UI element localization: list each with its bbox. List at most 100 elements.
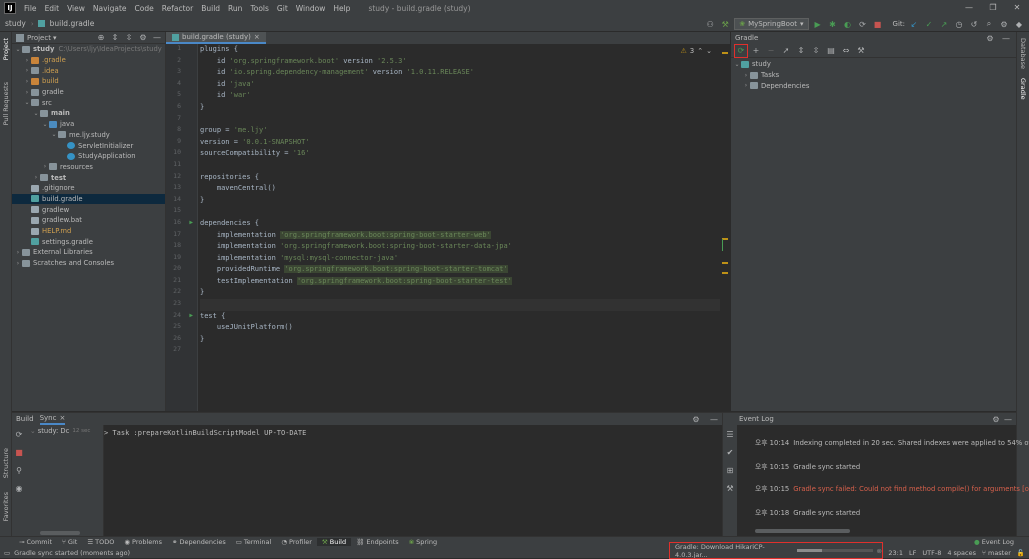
- chevron-down-icon[interactable]: ▾: [53, 34, 57, 42]
- status-icon[interactable]: ▭: [0, 549, 10, 557]
- menu-build[interactable]: Build: [197, 4, 224, 13]
- close-tab-icon[interactable]: ×: [59, 414, 65, 422]
- close-tab-icon[interactable]: ×: [254, 33, 260, 41]
- gradle-tree-item[interactable]: ⌄ study: [731, 59, 1016, 70]
- line-number[interactable]: 3: [166, 67, 197, 79]
- project-tree-item[interactable]: › gradle: [12, 87, 165, 98]
- gradle-tree-item[interactable]: › Dependencies: [731, 80, 1016, 91]
- code-line[interactable]: [200, 160, 720, 172]
- code-line[interactable]: [200, 345, 720, 357]
- intellij-logo-icon[interactable]: IJ: [4, 2, 16, 14]
- status-message[interactable]: Gradle sync started (moments ago): [14, 549, 130, 557]
- code-line[interactable]: implementation 'org.springframework.boot…: [200, 230, 720, 242]
- code-line[interactable]: repositories {: [200, 172, 720, 184]
- wrench-icon[interactable]: ⚒: [855, 45, 867, 57]
- background-task-indicator[interactable]: Gradle: Download HikariCP-4.0.3.jar... ⊗: [669, 542, 883, 559]
- chevron-down-icon[interactable]: ⌄: [50, 131, 58, 138]
- editor-tab[interactable]: build.gradle (study) ×: [166, 32, 266, 44]
- line-number[interactable]: 24 ▶: [166, 311, 197, 323]
- collapse-all-icon[interactable]: ⇳: [123, 32, 135, 44]
- warning-marker[interactable]: [722, 262, 728, 264]
- tool-window-profiler[interactable]: ◔ Profiler: [276, 538, 317, 546]
- code-line[interactable]: sourceCompatibility = '16': [200, 148, 720, 160]
- run-gutter-icon[interactable]: ▶: [189, 219, 193, 226]
- code-line[interactable]: implementation 'mysql:mysql-connector-ja…: [200, 253, 720, 265]
- line-number[interactable]: 22: [166, 287, 197, 299]
- run-config-selector[interactable]: ❀ MySpringBoot ▾: [734, 18, 809, 30]
- profile-icon[interactable]: ⟳: [857, 18, 869, 30]
- chevron-down-icon[interactable]: ⌄: [706, 47, 712, 55]
- user-icon[interactable]: ⚇: [704, 18, 716, 30]
- tool-window-spring[interactable]: ❀ Spring: [404, 538, 442, 546]
- run-gutter-icon[interactable]: ▶: [189, 312, 193, 319]
- code-line[interactable]: }: [200, 102, 720, 114]
- line-number[interactable]: 12: [166, 172, 197, 184]
- line-number[interactable]: 27: [166, 345, 197, 357]
- project-tree-item[interactable]: › test: [12, 172, 165, 183]
- menu-code[interactable]: Code: [131, 4, 158, 13]
- hide-icon[interactable]: —: [708, 413, 720, 425]
- tool-window-terminal[interactable]: ▭ Terminal: [231, 538, 277, 546]
- locate-icon[interactable]: ⊕: [95, 32, 107, 44]
- toggle-offline-icon[interactable]: ⇔: [840, 45, 852, 57]
- git-commit-icon[interactable]: ✓: [923, 18, 935, 30]
- horizontal-scrollbar[interactable]: [40, 531, 80, 535]
- line-number[interactable]: 26: [166, 334, 197, 346]
- code-line[interactable]: testImplementation 'org.springframework.…: [200, 276, 720, 288]
- code-line[interactable]: id 'io.spring.dependency-management' ver…: [200, 67, 720, 79]
- project-tree-item[interactable]: › resources: [12, 162, 165, 173]
- project-tree-item[interactable]: ⌄ study C:\Users\ljy\IdeaProjects\study: [12, 44, 165, 55]
- collapse-all-icon[interactable]: ⇳: [810, 45, 822, 57]
- tool-window-problems[interactable]: ◉ Problems: [119, 538, 167, 546]
- gear-icon[interactable]: ⚙: [984, 32, 996, 44]
- event-log-entry[interactable]: 오후 10:15 Gradle sync failed: Could not fi…: [755, 483, 1029, 493]
- search-icon[interactable]: ⌕: [983, 18, 995, 30]
- chevron-right-icon[interactable]: ›: [742, 82, 750, 89]
- mark-read-icon[interactable]: ✔: [724, 446, 736, 458]
- code-line[interactable]: implementation 'org.springframework.boot…: [200, 241, 720, 253]
- line-number[interactable]: 19: [166, 253, 197, 265]
- git-push-icon[interactable]: ↗: [938, 18, 950, 30]
- tool-window-commit[interactable]: ⊸ Commit: [14, 538, 57, 546]
- chevron-right-icon[interactable]: ›: [23, 78, 31, 85]
- code-area[interactable]: plugins { id 'org.springframework.boot' …: [200, 44, 720, 357]
- project-tree-item[interactable]: › build: [12, 76, 165, 87]
- tool-window-endpoints[interactable]: ⛓ Endpoints: [351, 538, 404, 546]
- line-number[interactable]: 17: [166, 230, 197, 242]
- code-line[interactable]: useJUnitPlatform(): [200, 322, 720, 334]
- chevron-down-icon[interactable]: ⌄: [14, 46, 22, 53]
- project-tree-item[interactable]: settings.gradle: [12, 236, 165, 247]
- code-line[interactable]: }: [200, 195, 720, 207]
- chevron-down-icon[interactable]: ⌄: [733, 61, 741, 68]
- history-icon[interactable]: ◷: [953, 18, 965, 30]
- menu-edit[interactable]: Edit: [41, 4, 64, 13]
- git-update-icon[interactable]: ↙: [908, 18, 920, 30]
- code-line[interactable]: dependencies {: [200, 218, 720, 230]
- file-encoding[interactable]: UTF-8: [922, 549, 941, 557]
- gear-icon[interactable]: ⚙: [690, 413, 702, 425]
- code-line[interactable]: [200, 114, 720, 126]
- line-separator[interactable]: LF: [909, 549, 916, 557]
- chevron-right-icon[interactable]: ›: [14, 249, 22, 256]
- maximize-icon[interactable]: ❐: [981, 0, 1005, 16]
- warning-marker[interactable]: [722, 52, 728, 54]
- code-line[interactable]: }: [200, 334, 720, 346]
- line-number[interactable]: 23: [166, 299, 197, 311]
- coverage-icon[interactable]: ◐: [842, 18, 854, 30]
- line-number[interactable]: 11: [166, 160, 197, 172]
- stop-icon[interactable]: ■: [13, 446, 25, 458]
- line-number[interactable]: 25: [166, 322, 197, 334]
- pin-icon[interactable]: ⚲: [13, 464, 25, 476]
- tool-window-dependencies[interactable]: ⚭ Dependencies: [167, 538, 231, 546]
- code-line[interactable]: id 'org.springframework.boot' version '2…: [200, 56, 720, 68]
- code-line[interactable]: [200, 206, 720, 218]
- line-number[interactable]: 6: [166, 102, 197, 114]
- gradle-tree-item[interactable]: › Tasks: [731, 70, 1016, 81]
- event-log-button[interactable]: ● Event Log: [969, 538, 1019, 546]
- project-tree-item[interactable]: .gitignore: [12, 183, 165, 194]
- line-number[interactable]: 21: [166, 276, 197, 288]
- line-number[interactable]: 18: [166, 241, 197, 253]
- project-tree-item[interactable]: ⌄ src: [12, 97, 165, 108]
- expand-all-icon[interactable]: ⇕: [795, 45, 807, 57]
- line-number[interactable]: 4: [166, 79, 197, 91]
